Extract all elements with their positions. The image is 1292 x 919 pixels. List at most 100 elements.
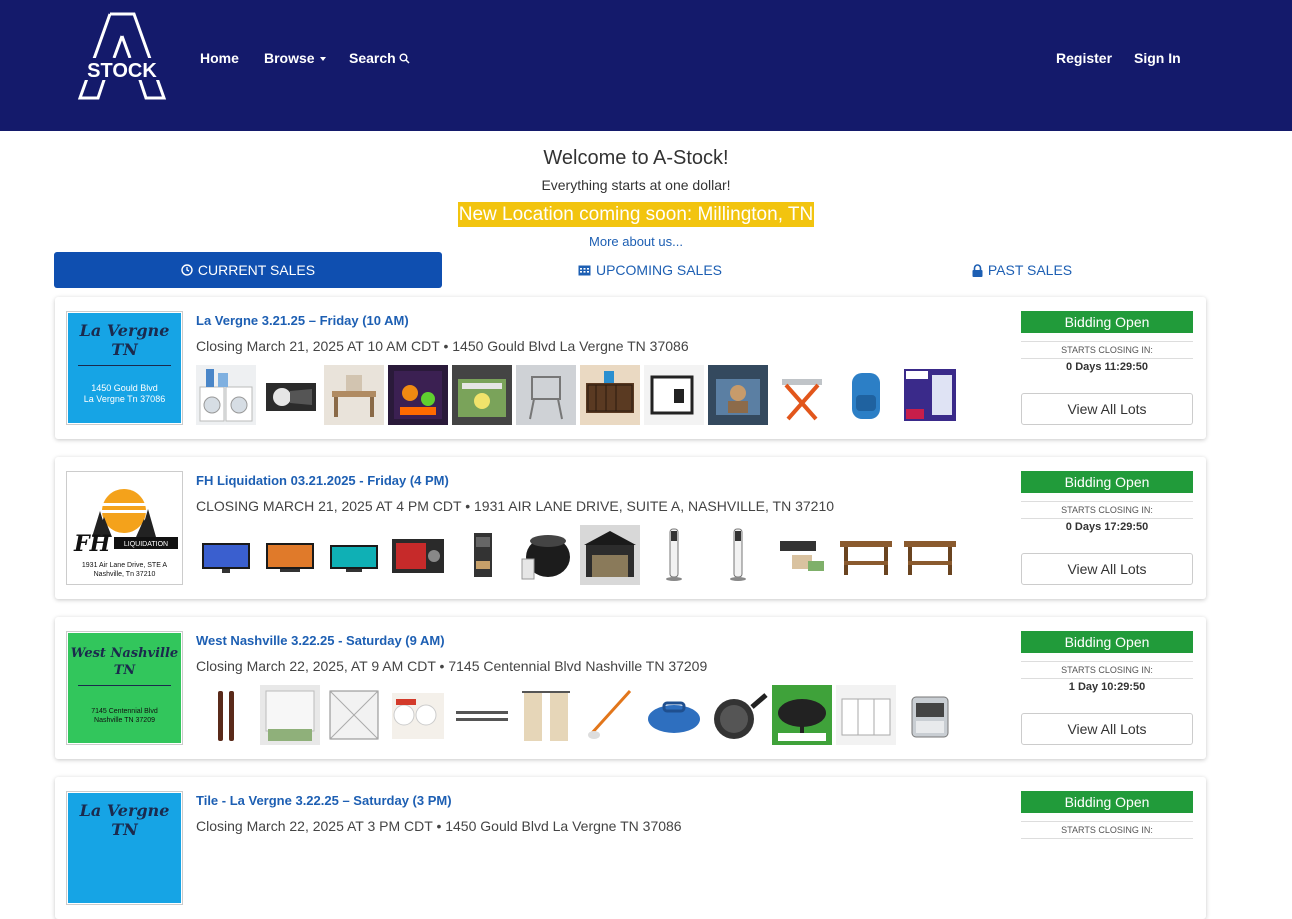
a-stock-logo[interactable]: STOCK bbox=[76, 10, 168, 102]
chair-image[interactable] bbox=[516, 365, 576, 425]
vacuum-sealer-image[interactable] bbox=[772, 525, 832, 585]
more-about-link[interactable]: More about us... bbox=[0, 234, 1272, 249]
countdown-timer: 1 Day 10:29:50 bbox=[1068, 681, 1146, 693]
nav-browse-label: Browse bbox=[264, 50, 315, 66]
pressure-cooker-image[interactable] bbox=[516, 525, 576, 585]
photo-lightbox-image[interactable] bbox=[644, 365, 704, 425]
welcome-subtitle: Everything starts at one dollar! bbox=[541, 177, 731, 193]
sale-card: La Vergne TN Tile - La Vergne 3.22.25 – S… bbox=[55, 777, 1206, 919]
nav-register-link[interactable]: Register bbox=[1056, 50, 1112, 66]
thumb-location-name: La Vergne TN bbox=[79, 321, 170, 359]
curtains-image[interactable] bbox=[516, 685, 576, 745]
tv-image[interactable] bbox=[324, 525, 384, 585]
starts-closing-label: STARTS CLOSING IN: bbox=[1021, 661, 1193, 679]
tv-image[interactable] bbox=[196, 525, 256, 585]
svg-text:FH: FH bbox=[73, 531, 112, 557]
thumb-address: 7145 Centennial Blvd Nashville TN 37209 bbox=[91, 708, 158, 724]
item-image-strip bbox=[196, 525, 960, 585]
car-seat-image[interactable] bbox=[708, 365, 768, 425]
tena-briefs-image[interactable] bbox=[900, 365, 960, 425]
tab-past-sales[interactable]: PAST SALES bbox=[828, 252, 1216, 288]
halloween-decor-image[interactable] bbox=[388, 365, 448, 425]
thumb-address: 1450 Gould Blvd La Vergne Tn 37086 bbox=[83, 383, 166, 404]
garden-umbrella-image[interactable] bbox=[772, 685, 832, 745]
countdown-timer: 0 Days 17:29:50 bbox=[1065, 521, 1149, 533]
nav-search-label: Search bbox=[349, 50, 396, 66]
countdown-timer: 0 Days 11:29:50 bbox=[1066, 361, 1148, 373]
calendar-icon bbox=[578, 265, 591, 276]
view-all-lots-button[interactable]: View All Lots bbox=[1021, 553, 1193, 585]
sale-title-link[interactable]: Tile - La Vergne 3.22.25 – Saturday (3 P… bbox=[196, 793, 452, 808]
thumb-divider bbox=[78, 365, 171, 366]
tab-current-label: CURRENT SALES bbox=[197, 262, 316, 278]
sale-card: La Vergne TN 1450 Gould Blvd La Vergne Tn … bbox=[55, 297, 1206, 439]
washer-dryer-image[interactable] bbox=[196, 365, 256, 425]
clock-icon bbox=[181, 264, 193, 276]
tab-current-sales[interactable]: CURRENT SALES bbox=[54, 252, 442, 288]
thumb-location-name: West Nashville TN bbox=[70, 646, 179, 678]
sale-title-link[interactable]: West Nashville 3.22.25 - Saturday (9 AM) bbox=[196, 633, 445, 648]
ice-maker-image[interactable] bbox=[900, 685, 960, 745]
nav-signin-link[interactable]: Sign In bbox=[1134, 50, 1181, 66]
sale-thumbnail[interactable]: West Nashville TN 7145 Centennial Blvd Nas… bbox=[66, 631, 183, 745]
tab-past-label: PAST SALES bbox=[987, 262, 1073, 278]
thumb-address: 1931 Air Lane Drive, STE A Nashville, Tn … bbox=[81, 562, 168, 578]
flashlight-image[interactable] bbox=[260, 365, 320, 425]
search-icon bbox=[399, 53, 410, 64]
starts-closing-label: STARTS CLOSING IN: bbox=[1021, 821, 1193, 839]
curtain-rods-image[interactable] bbox=[452, 685, 512, 745]
view-all-lots-button[interactable]: View All Lots bbox=[1021, 713, 1193, 745]
sale-card: West Nashville TN 7145 Centennial Blvd Nas… bbox=[55, 617, 1206, 759]
svg-text:LIQUIDATION: LIQUIDATION bbox=[124, 541, 168, 548]
sale-thumbnail[interactable]: La Vergne TN 1450 Gould Blvd La Vergne Tn … bbox=[66, 311, 183, 425]
view-all-lots-button[interactable]: View All Lots bbox=[1021, 393, 1193, 425]
tower-fan-image[interactable] bbox=[644, 525, 704, 585]
tower-fan-image[interactable] bbox=[708, 525, 768, 585]
backpack-image[interactable] bbox=[836, 365, 896, 425]
fh-liquidation-wordmark: FH LIQUIDATION bbox=[73, 531, 178, 557]
thumb-location-name: La Vergne TN bbox=[79, 801, 170, 839]
sale-title-link[interactable]: FH Liquidation 03.21.2025 - Friday (4 PM… bbox=[196, 473, 449, 488]
thumb-divider bbox=[78, 685, 171, 686]
duffel-bag-image[interactable] bbox=[644, 685, 704, 745]
sale-title-link[interactable]: La Vergne 3.21.25 – Friday (10 AM) bbox=[196, 313, 409, 328]
item-image-strip bbox=[196, 365, 960, 425]
furniture-image[interactable] bbox=[324, 365, 384, 425]
announcement-wrap: New Location coming soon: Millington, TN bbox=[0, 202, 1272, 227]
sale-thumbnail[interactable]: La Vergne TN bbox=[66, 791, 183, 905]
bench-image[interactable] bbox=[836, 525, 896, 585]
nav-home-link[interactable]: Home bbox=[200, 50, 239, 66]
lock-icon bbox=[972, 263, 983, 277]
tab-upcoming-sales[interactable]: UPCOMING SALES bbox=[456, 252, 844, 288]
announcement-banner: New Location coming soon: Millington, TN bbox=[457, 202, 815, 227]
bench-image[interactable] bbox=[900, 525, 960, 585]
starts-closing-label: STARTS CLOSING IN: bbox=[1021, 501, 1193, 519]
cabinet-image[interactable] bbox=[580, 365, 640, 425]
grabber-tool-image[interactable] bbox=[580, 685, 640, 745]
nav-search-link[interactable]: Search bbox=[349, 50, 410, 66]
sale-logo-la-vergne: La Vergne TN 1450 Gould Blvd La Vergne Tn … bbox=[68, 313, 181, 423]
bidding-open-badge: Bidding Open bbox=[1021, 311, 1193, 333]
storage-box-image[interactable] bbox=[452, 365, 512, 425]
bidding-open-badge: Bidding Open bbox=[1021, 631, 1193, 653]
drawer-organizer-image[interactable] bbox=[836, 685, 896, 745]
frying-pan-image[interactable] bbox=[708, 685, 768, 745]
caret-down-icon bbox=[319, 57, 326, 62]
tv-image[interactable] bbox=[260, 525, 320, 585]
sale-subtitle: Closing March 22, 2025 AT 3 PM CDT • 145… bbox=[196, 818, 682, 834]
projector-box-image[interactable] bbox=[388, 525, 448, 585]
window-blind-image[interactable] bbox=[260, 685, 320, 745]
coffee-maker-image[interactable] bbox=[452, 525, 512, 585]
canopy-image[interactable] bbox=[580, 525, 640, 585]
sale-logo-west-nashville: West Nashville TN 7145 Centennial Blvd Nas… bbox=[68, 633, 181, 743]
paper-towels-image[interactable] bbox=[388, 685, 448, 745]
bidding-open-badge: Bidding Open bbox=[1021, 791, 1193, 813]
workbench-image[interactable] bbox=[772, 365, 832, 425]
sale-thumbnail[interactable]: FH LIQUIDATION 1931 Air Lane Drive, STE … bbox=[66, 471, 183, 585]
nav-browse-dropdown[interactable]: Browse bbox=[264, 50, 326, 66]
sale-subtitle: Closing March 22, 2025, AT 9 AM CDT • 71… bbox=[196, 658, 708, 674]
air-filter-image[interactable] bbox=[324, 685, 384, 745]
sale-logo-fh-liquidation: FH LIQUIDATION 1931 Air Lane Drive, STE … bbox=[68, 473, 181, 583]
welcome-title: Welcome to A-Stock! bbox=[543, 147, 729, 169]
door-handles-image[interactable] bbox=[196, 685, 256, 745]
